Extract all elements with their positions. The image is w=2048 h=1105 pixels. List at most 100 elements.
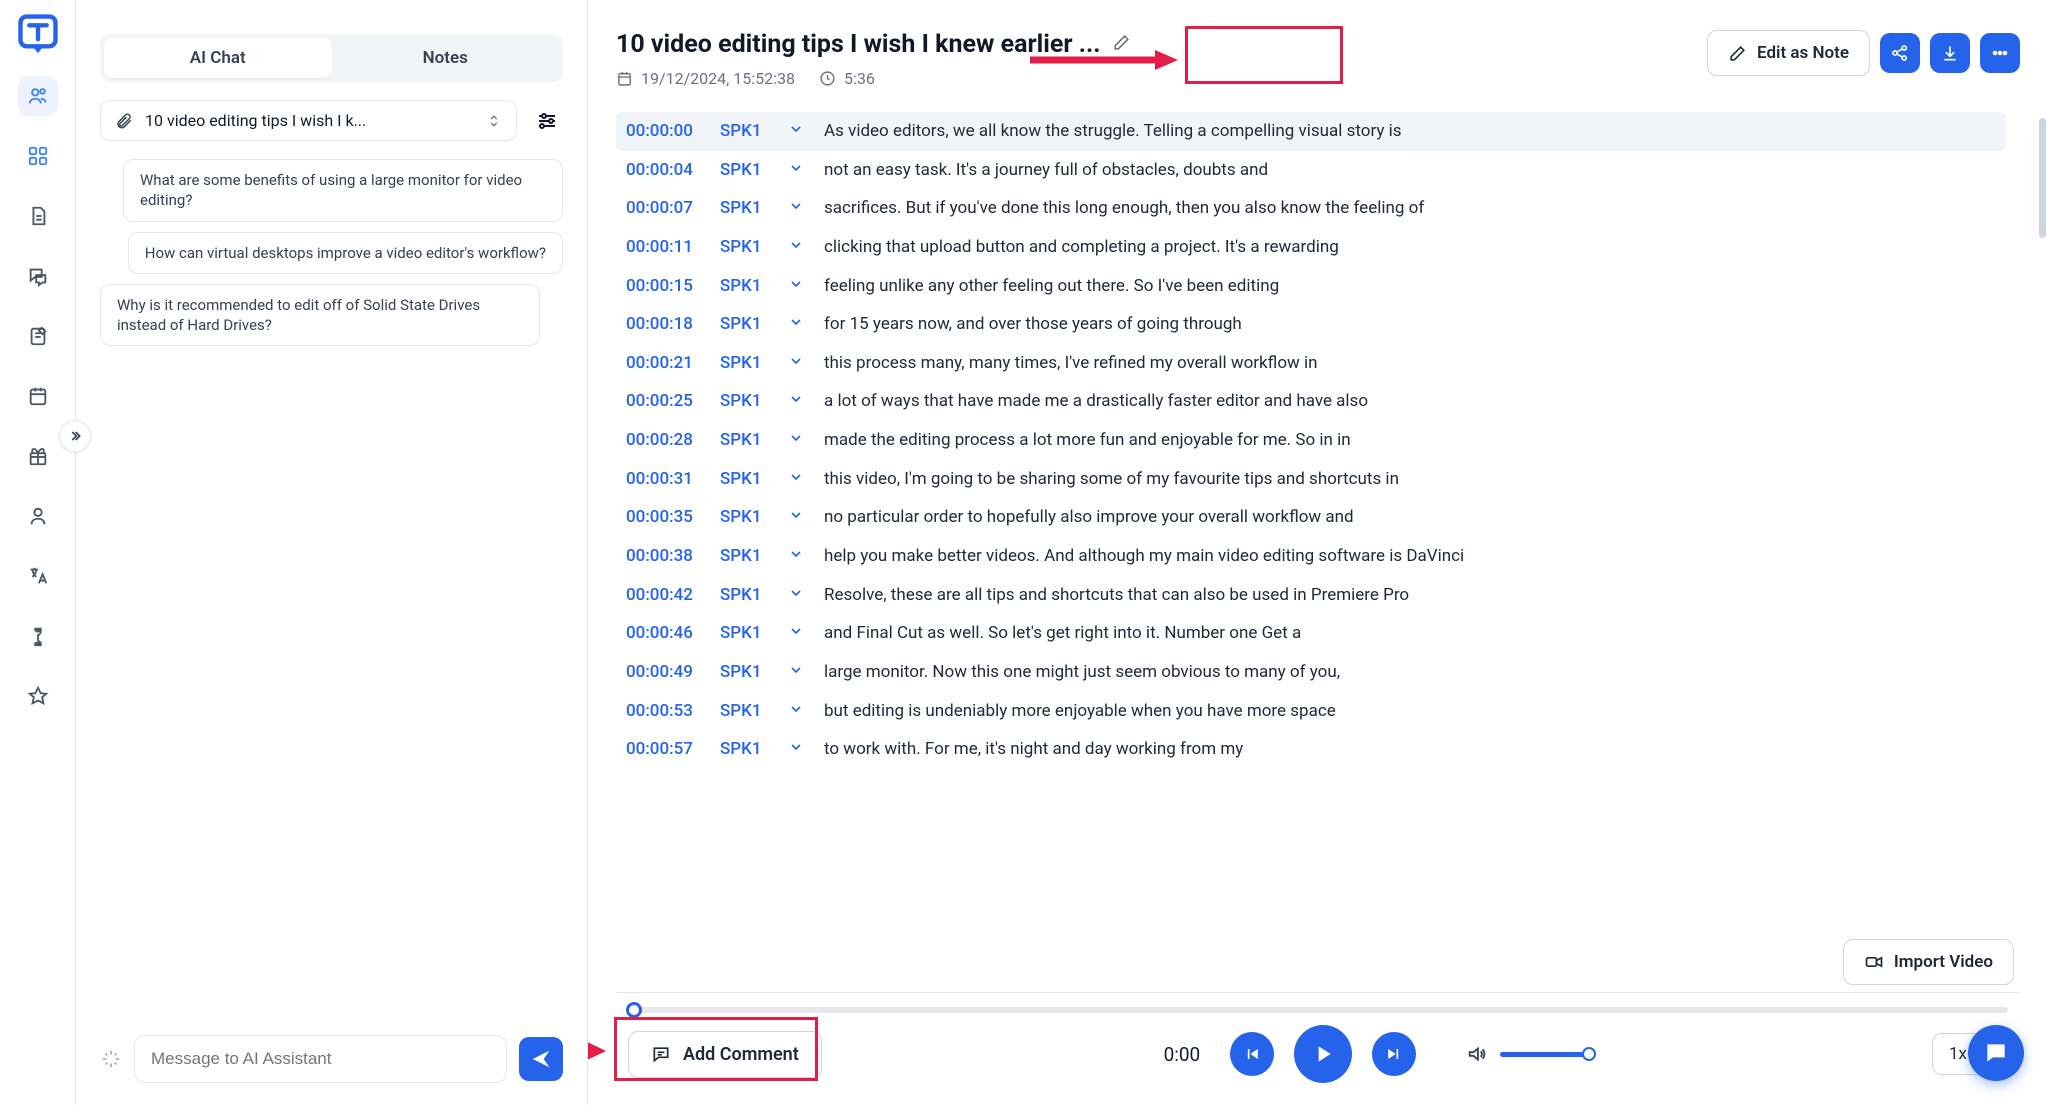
more-button[interactable] bbox=[1980, 33, 2020, 73]
transcript-time[interactable]: 00:00:35 bbox=[626, 505, 706, 530]
next-button[interactable] bbox=[1372, 1032, 1416, 1076]
transcript-speaker[interactable]: SPK1 bbox=[720, 312, 768, 337]
transcript-row[interactable]: 00:00:28SPK1made the editing process a l… bbox=[616, 421, 2006, 460]
tab-notes[interactable]: Notes bbox=[332, 38, 560, 78]
transcript-speaker[interactable]: SPK1 bbox=[720, 467, 768, 492]
transcript-time[interactable]: 00:00:57 bbox=[626, 737, 706, 762]
nav-item-integrations[interactable] bbox=[18, 616, 58, 656]
app-logo[interactable] bbox=[16, 12, 60, 56]
transcript-expand[interactable] bbox=[782, 621, 810, 639]
transcript-time[interactable]: 00:00:15 bbox=[626, 274, 706, 299]
transcript-time[interactable]: 00:00:53 bbox=[626, 699, 706, 724]
transcript-time[interactable]: 00:00:04 bbox=[626, 158, 706, 183]
volume-slider[interactable] bbox=[1500, 1052, 1590, 1057]
transcript-speaker[interactable]: SPK1 bbox=[720, 428, 768, 453]
add-comment-button[interactable]: Add Comment bbox=[628, 1031, 822, 1078]
progress-thumb[interactable] bbox=[626, 1002, 642, 1018]
suggested-prompt[interactable]: How can virtual desktops improve a video… bbox=[128, 232, 563, 274]
transcript-expand[interactable] bbox=[782, 312, 810, 330]
transcript-row[interactable]: 00:00:21SPK1this process many, many time… bbox=[616, 344, 2006, 383]
transcript-speaker[interactable]: SPK1 bbox=[720, 158, 768, 183]
transcript-list[interactable]: 00:00:00SPK1As video editors, we all kno… bbox=[616, 112, 2020, 992]
transcript-row[interactable]: 00:00:38SPK1help you make better videos.… bbox=[616, 537, 2006, 576]
transcript-time[interactable]: 00:00:21 bbox=[626, 351, 706, 376]
transcript-time[interactable]: 00:00:11 bbox=[626, 235, 706, 260]
nav-item-notes[interactable] bbox=[18, 316, 58, 356]
transcript-time[interactable]: 00:00:38 bbox=[626, 544, 706, 569]
download-button[interactable] bbox=[1930, 33, 1970, 73]
transcript-speaker[interactable]: SPK1 bbox=[720, 196, 768, 221]
transcript-expand[interactable] bbox=[782, 235, 810, 253]
file-selector[interactable]: 10 video editing tips I wish I k... bbox=[100, 100, 517, 141]
transcript-row[interactable]: 00:00:57SPK1to work with. For me, it's n… bbox=[616, 730, 2006, 769]
sort-filter-button[interactable] bbox=[531, 105, 563, 137]
transcript-expand[interactable] bbox=[782, 505, 810, 523]
transcript-time[interactable]: 00:00:07 bbox=[626, 196, 706, 221]
transcript-time[interactable]: 00:00:18 bbox=[626, 312, 706, 337]
nav-item-calendar[interactable] bbox=[18, 376, 58, 416]
transcript-time[interactable]: 00:00:25 bbox=[626, 389, 706, 414]
transcript-time[interactable]: 00:00:28 bbox=[626, 428, 706, 453]
play-button[interactable] bbox=[1294, 1025, 1352, 1083]
transcript-row[interactable]: 00:00:00SPK1As video editors, we all kno… bbox=[616, 112, 2006, 151]
prev-button[interactable] bbox=[1230, 1032, 1274, 1076]
transcript-row[interactable]: 00:00:49SPK1large monitor. Now this one … bbox=[616, 653, 2006, 692]
transcript-expand[interactable] bbox=[782, 274, 810, 292]
transcript-row[interactable]: 00:00:25SPK1a lot of ways that have made… bbox=[616, 382, 2006, 421]
transcript-speaker[interactable]: SPK1 bbox=[720, 544, 768, 569]
transcript-row[interactable]: 00:00:18SPK1for 15 years now, and over t… bbox=[616, 305, 2006, 344]
transcript-expand[interactable] bbox=[782, 196, 810, 214]
transcript-time[interactable]: 00:00:42 bbox=[626, 583, 706, 608]
nav-item-documents[interactable] bbox=[18, 196, 58, 236]
transcript-expand[interactable] bbox=[782, 699, 810, 717]
nav-item-language[interactable] bbox=[18, 556, 58, 596]
share-button[interactable] bbox=[1880, 33, 1920, 73]
transcript-time[interactable]: 00:00:00 bbox=[626, 119, 706, 144]
transcript-expand[interactable] bbox=[782, 428, 810, 446]
nav-item-dashboard[interactable] bbox=[18, 136, 58, 176]
nav-item-profile[interactable] bbox=[18, 496, 58, 536]
transcript-speaker[interactable]: SPK1 bbox=[720, 583, 768, 608]
nav-item-gift[interactable] bbox=[18, 436, 58, 476]
transcript-speaker[interactable]: SPK1 bbox=[720, 660, 768, 685]
transcript-row[interactable]: 00:00:07SPK1sacrifices. But if you've do… bbox=[616, 189, 2006, 228]
transcript-speaker[interactable]: SPK1 bbox=[720, 235, 768, 260]
transcript-expand[interactable] bbox=[782, 544, 810, 562]
scrollbar[interactable] bbox=[2039, 118, 2046, 238]
edit-title-button[interactable] bbox=[1112, 33, 1131, 56]
suggested-prompt[interactable]: What are some benefits of using a large … bbox=[123, 159, 563, 222]
nav-item-members[interactable] bbox=[18, 76, 58, 116]
transcript-expand[interactable] bbox=[782, 158, 810, 176]
chat-input[interactable] bbox=[134, 1035, 507, 1083]
transcript-expand[interactable] bbox=[782, 351, 810, 369]
transcript-row[interactable]: 00:00:04SPK1not an easy task. It's a jou… bbox=[616, 151, 2006, 190]
transcript-speaker[interactable]: SPK1 bbox=[720, 119, 768, 144]
progress-track[interactable] bbox=[628, 1007, 2008, 1013]
transcript-time[interactable]: 00:00:31 bbox=[626, 467, 706, 492]
transcript-row[interactable]: 00:00:53SPK1but editing is undeniably mo… bbox=[616, 692, 2006, 731]
transcript-row[interactable]: 00:00:15SPK1feeling unlike any other fee… bbox=[616, 267, 2006, 306]
transcript-row[interactable]: 00:00:11SPK1clicking that upload button … bbox=[616, 228, 2006, 267]
transcript-expand[interactable] bbox=[782, 737, 810, 755]
nav-item-premium[interactable] bbox=[18, 676, 58, 716]
transcript-time[interactable]: 00:00:46 bbox=[626, 621, 706, 646]
volume-thumb[interactable] bbox=[1582, 1047, 1596, 1061]
transcript-row[interactable]: 00:00:35SPK1no particular order to hopef… bbox=[616, 498, 2006, 537]
send-button[interactable] bbox=[519, 1037, 563, 1081]
transcript-expand[interactable] bbox=[782, 467, 810, 485]
edit-as-note-button[interactable]: Edit as Note bbox=[1707, 30, 1870, 76]
transcript-speaker[interactable]: SPK1 bbox=[720, 621, 768, 646]
transcript-speaker[interactable]: SPK1 bbox=[720, 389, 768, 414]
suggested-prompt[interactable]: Why is it recommended to edit off of Sol… bbox=[100, 284, 540, 347]
transcript-expand[interactable] bbox=[782, 389, 810, 407]
transcript-expand[interactable] bbox=[782, 119, 810, 137]
transcript-speaker[interactable]: SPK1 bbox=[720, 737, 768, 762]
transcript-row[interactable]: 00:00:46SPK1and Final Cut as well. So le… bbox=[616, 614, 2006, 653]
tab-ai-chat[interactable]: AI Chat bbox=[104, 38, 332, 78]
import-video-button[interactable]: Import Video bbox=[1843, 939, 2014, 985]
nav-item-chats[interactable] bbox=[18, 256, 58, 296]
transcript-row[interactable]: 00:00:31SPK1this video, I'm going to be … bbox=[616, 460, 2006, 499]
support-chat-button[interactable] bbox=[1968, 1025, 2024, 1081]
transcript-speaker[interactable]: SPK1 bbox=[720, 699, 768, 724]
transcript-expand[interactable] bbox=[782, 660, 810, 678]
